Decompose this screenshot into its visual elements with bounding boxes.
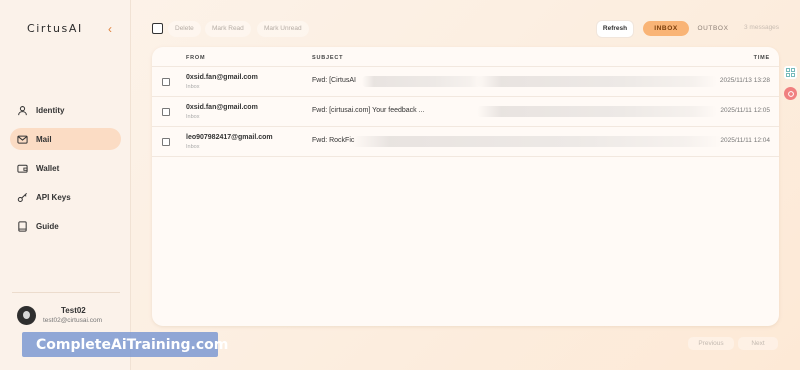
row-sender: 0xsid.fan@gmail.com bbox=[186, 104, 258, 111]
mark-read-button[interactable]: Mark Read bbox=[205, 21, 251, 37]
sidebar: CirtusAI ‹ Identity Mail Wallet API Keys… bbox=[0, 0, 131, 370]
sidebar-item-api-keys[interactable]: API Keys bbox=[10, 186, 121, 208]
mail-table: FROM SUBJECT TIME 0xsid.fan@gmail.com In… bbox=[152, 47, 779, 326]
user-name: Test02 bbox=[61, 306, 86, 315]
row-folder: Inbox bbox=[186, 114, 200, 120]
key-icon bbox=[17, 192, 27, 202]
row-folder: Inbox bbox=[186, 84, 200, 90]
row-time: 2025/11/13 13:28 bbox=[719, 77, 770, 84]
table-row[interactable]: leo907982417@gmail.com Inbox Fwd: RockFi… bbox=[152, 126, 779, 156]
sidebar-item-wallet[interactable]: Wallet bbox=[10, 157, 121, 179]
sidebar-item-label: API Keys bbox=[36, 192, 71, 202]
column-header-from: FROM bbox=[186, 55, 206, 61]
tab-outbox[interactable]: OUTBOX bbox=[691, 21, 735, 36]
row-time: 2025/11/11 12:05 bbox=[720, 107, 770, 114]
mark-unread-button[interactable]: Mark Unread bbox=[257, 21, 309, 37]
avatar[interactable] bbox=[17, 306, 36, 325]
next-page-button[interactable]: Next bbox=[738, 337, 778, 350]
user-icon bbox=[18, 105, 27, 115]
row-sender: leo907982417@gmail.com bbox=[186, 134, 273, 141]
column-header-time: TIME bbox=[753, 55, 770, 61]
watermark-text: CompleteAiTraining.com bbox=[36, 336, 229, 353]
user-email: test02@cirtusai.com bbox=[43, 317, 102, 324]
redaction-blur bbox=[362, 76, 482, 87]
previous-page-button[interactable]: Previous bbox=[688, 337, 734, 350]
select-all-checkbox[interactable] bbox=[152, 23, 163, 34]
sidebar-item-label: Identity bbox=[36, 105, 65, 115]
message-count: 3 messages bbox=[744, 24, 780, 31]
book-icon bbox=[18, 220, 27, 232]
mail-icon bbox=[17, 135, 28, 144]
refresh-button[interactable]: Refresh bbox=[597, 21, 633, 37]
table-row[interactable]: 0xsid.fan@gmail.com Inbox Fwd: [CirtusAI… bbox=[152, 66, 779, 96]
sidebar-item-label: Mail bbox=[36, 134, 52, 144]
row-subject: Fwd: RockFic bbox=[312, 137, 355, 144]
row-subject: Fwd: [cirtusai.com] Your feedback ... bbox=[312, 107, 425, 114]
redaction-blur bbox=[477, 106, 717, 117]
tab-inbox[interactable]: INBOX bbox=[643, 21, 689, 36]
watermark: CompleteAiTraining.com bbox=[22, 332, 228, 357]
column-header-subject: SUBJECT bbox=[312, 55, 344, 61]
sidebar-item-guide[interactable]: Guide bbox=[10, 215, 121, 237]
grid-icon[interactable] bbox=[784, 66, 797, 79]
sidebar-item-label: Wallet bbox=[36, 163, 60, 173]
delete-button[interactable]: Delete bbox=[168, 21, 201, 37]
row-time: 2025/11/11 12:04 bbox=[720, 137, 770, 144]
table-row[interactable]: 0xsid.fan@gmail.com Inbox Fwd: [cirtusai… bbox=[152, 96, 779, 126]
collapse-sidebar-icon[interactable]: ‹ bbox=[108, 22, 112, 36]
sidebar-item-mail[interactable]: Mail bbox=[10, 128, 121, 150]
redaction-blur bbox=[477, 76, 717, 87]
row-subject: Fwd: [CirtusAI bbox=[312, 77, 356, 84]
sidebar-item-label: Guide bbox=[36, 221, 59, 231]
sidebar-item-identity[interactable]: Identity bbox=[10, 99, 121, 121]
sidebar-divider bbox=[12, 292, 120, 293]
redaction-blur bbox=[352, 136, 722, 147]
row-checkbox[interactable] bbox=[162, 78, 170, 86]
row-checkbox[interactable] bbox=[162, 108, 170, 116]
table-bottom-border bbox=[152, 156, 779, 157]
row-folder: Inbox bbox=[186, 144, 200, 150]
app-logo: CirtusAI bbox=[27, 22, 83, 35]
assistant-icon[interactable] bbox=[784, 87, 797, 100]
row-checkbox[interactable] bbox=[162, 138, 170, 146]
wallet-icon bbox=[17, 164, 28, 173]
row-sender: 0xsid.fan@gmail.com bbox=[186, 74, 258, 81]
